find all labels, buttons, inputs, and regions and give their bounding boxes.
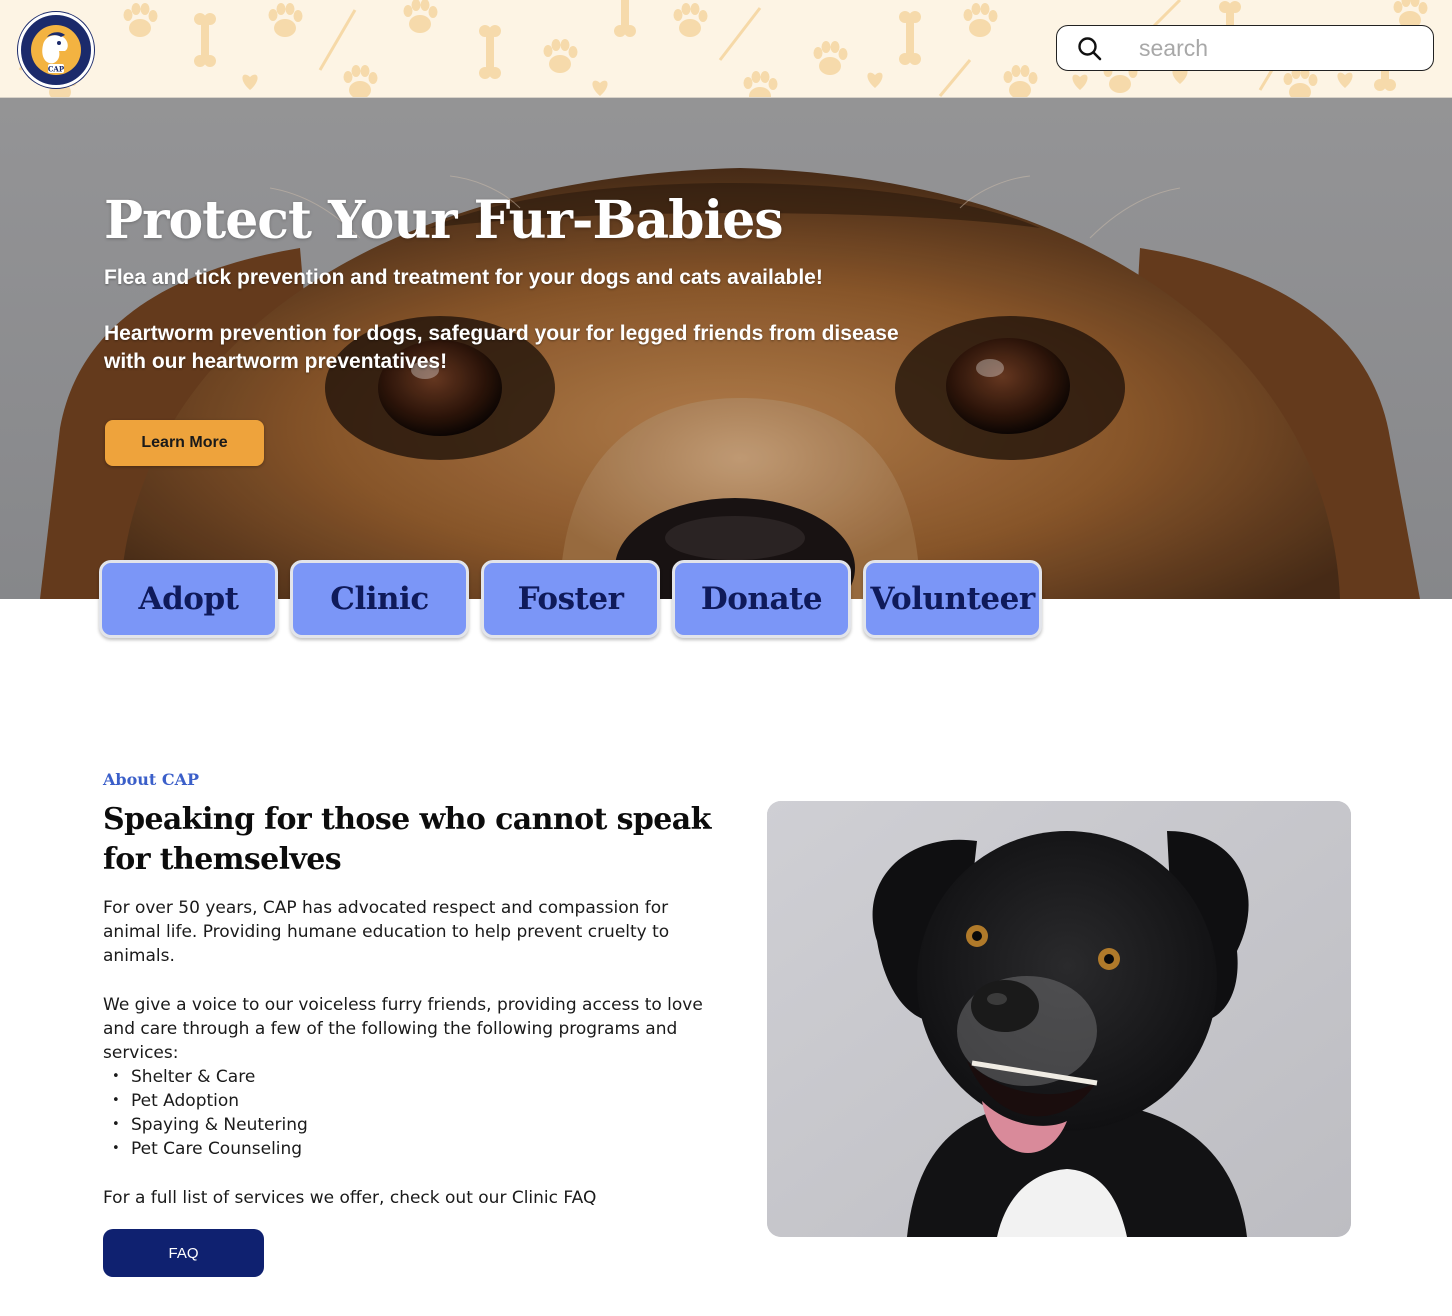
- about-eyebrow: About CAP: [103, 770, 200, 789]
- services-list: Shelter & Care Pet Adoption Spaying & Ne…: [112, 1065, 308, 1161]
- search-icon[interactable]: [1077, 36, 1103, 62]
- list-item: Spaying & Neutering: [112, 1113, 308, 1137]
- faq-button[interactable]: FAQ: [103, 1229, 264, 1277]
- program-nav: Adopt Clinic Foster Donate Volunteer: [99, 560, 1044, 640]
- nav-tile-adopt[interactable]: Adopt: [99, 560, 278, 638]
- nav-tile-clinic[interactable]: Clinic: [290, 560, 469, 638]
- hero-banner: Protect Your Fur-Babies Flea and tick pr…: [0, 98, 1452, 599]
- svg-text:CAP: CAP: [48, 65, 65, 74]
- search-input[interactable]: [1139, 32, 1419, 64]
- about-paragraph-faq: For a full list of services we offer, ch…: [103, 1188, 597, 1208]
- black-dog-image: [767, 801, 1351, 1237]
- about-paragraph-history: For over 50 years, CAP has advocated res…: [103, 898, 670, 966]
- hero-flea-tick-text: Flea and tick prevention and treatment f…: [104, 266, 823, 289]
- learn-more-button[interactable]: Learn More: [105, 420, 264, 466]
- site-header: CAP: [0, 0, 1452, 98]
- nav-tile-foster[interactable]: Foster: [481, 560, 660, 638]
- search-box[interactable]: [1056, 25, 1434, 71]
- nav-tile-volunteer[interactable]: Volunteer: [863, 560, 1042, 638]
- list-item: Shelter & Care: [112, 1065, 308, 1089]
- hero-title: Protect Your Fur-Babies: [104, 190, 784, 251]
- cap-logo[interactable]: CAP: [18, 12, 94, 88]
- nav-tile-donate[interactable]: Donate: [672, 560, 851, 638]
- about-paragraph-programs: We give a voice to our voiceless furry f…: [103, 995, 703, 1063]
- cap-logo-graphic: CAP: [22, 16, 90, 84]
- list-item: Pet Adoption: [112, 1089, 308, 1113]
- list-item: Pet Care Counseling: [112, 1137, 308, 1161]
- about-dog-photo: [767, 801, 1351, 1237]
- hero-heartworm-text: Heartworm prevention for dogs, safeguard…: [104, 322, 899, 373]
- about-title: Speaking for those who cannot speak for …: [103, 802, 711, 877]
